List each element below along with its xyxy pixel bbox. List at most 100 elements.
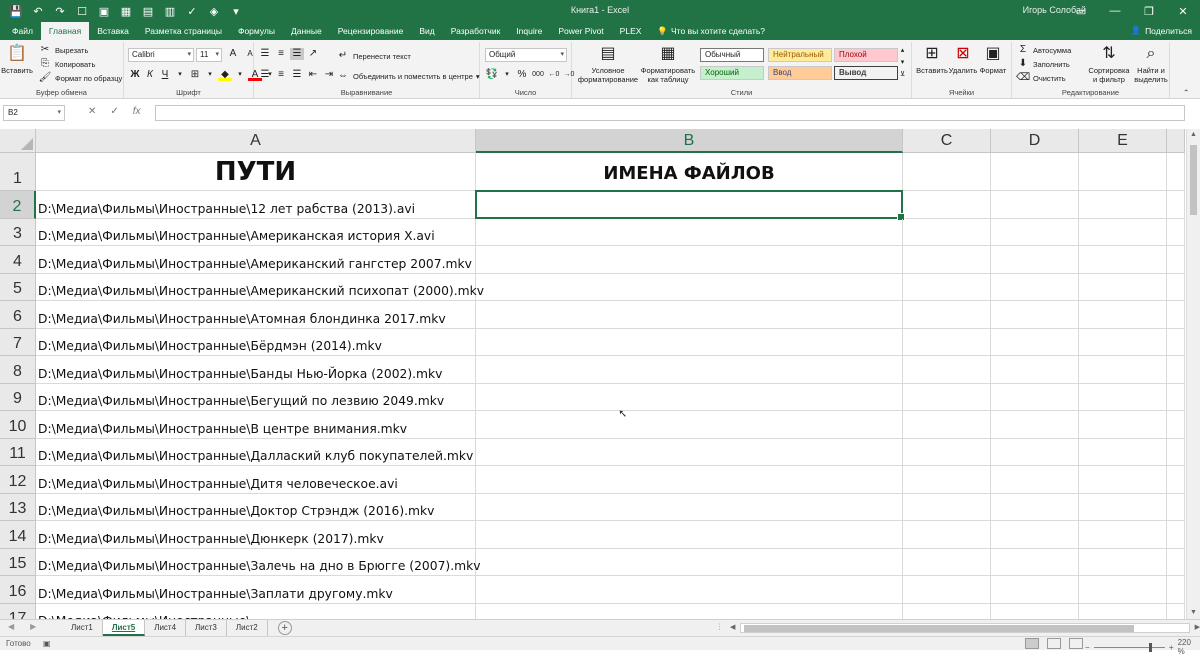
minimize-icon[interactable]: —: [1098, 0, 1132, 22]
macro-record-icon[interactable]: ▣: [43, 639, 51, 648]
column-header-e[interactable]: E: [1079, 129, 1167, 153]
cell-b12[interactable]: [476, 466, 903, 494]
cell-a7[interactable]: D:\Медиа\Фильмы\Иностранные\Бёрдмэн (201…: [36, 328, 476, 356]
row-header[interactable]: 11: [0, 438, 36, 466]
increase-indent-icon[interactable]: ⇥: [322, 69, 336, 81]
insert-function-icon[interactable]: fx: [133, 106, 141, 117]
styles-scroll-down-icon[interactable]: ▾: [901, 58, 905, 66]
tab-power-pivot[interactable]: Power Pivot: [550, 22, 611, 40]
cell-e13[interactable]: [1079, 493, 1167, 521]
ribbon-display-options-icon[interactable]: ▭: [1064, 0, 1098, 22]
cell-filler[interactable]: [1167, 438, 1185, 466]
decrease-indent-icon[interactable]: ⇤: [306, 69, 320, 81]
scroll-up-icon[interactable]: ▲: [1187, 129, 1200, 141]
row-header[interactable]: 17: [0, 603, 36, 619]
row-header[interactable]: 9: [0, 383, 36, 411]
normal-view-icon[interactable]: [1025, 638, 1039, 649]
cell-e5[interactable]: [1079, 273, 1167, 301]
cell-e14[interactable]: [1079, 521, 1167, 549]
cell-c4[interactable]: [903, 246, 991, 274]
number-format-select[interactable]: Общий: [485, 48, 567, 62]
cell-d1[interactable]: [991, 153, 1079, 191]
sheet-tab-1[interactable]: Лист1: [62, 620, 103, 636]
cell-d15[interactable]: [991, 548, 1079, 576]
cell-filler[interactable]: [1167, 301, 1185, 329]
percent-button[interactable]: %: [515, 69, 529, 81]
cell-a5[interactable]: D:\Медиа\Фильмы\Иностранные\Американский…: [36, 273, 484, 301]
cell-filler[interactable]: [1167, 521, 1185, 549]
cell-a17[interactable]: D:\Медиа\Фильмы\Иностранные\: [36, 603, 476, 619]
cell-a9[interactable]: D:\Медиа\Фильмы\Иностранные\Бегущий по л…: [36, 383, 476, 411]
style-input[interactable]: Ввод: [768, 66, 832, 80]
cell-a14[interactable]: D:\Медиа\Фильмы\Иностранные\Дюнкерк (201…: [36, 521, 476, 549]
row-header[interactable]: 15: [0, 548, 36, 576]
tab-data[interactable]: Данные: [283, 22, 330, 40]
row-header[interactable]: 6: [0, 301, 36, 329]
cell-b4[interactable]: [476, 246, 903, 274]
cell-b11[interactable]: [476, 438, 903, 466]
cell-c2[interactable]: [903, 191, 991, 219]
row-header[interactable]: 10: [0, 411, 36, 439]
cell-c8[interactable]: [903, 356, 991, 384]
cell-e3[interactable]: [1079, 218, 1167, 246]
format-cells-button[interactable]: ▣ Формат: [978, 42, 1008, 75]
cell-e9[interactable]: [1079, 383, 1167, 411]
paste-button[interactable]: 📋 Вставить: [1, 42, 33, 75]
align-middle-icon[interactable]: ≡: [274, 48, 288, 60]
cell-d16[interactable]: [991, 576, 1079, 604]
cell-e7[interactable]: [1079, 328, 1167, 356]
scroll-right-icon[interactable]: ▶: [1195, 623, 1200, 631]
zoom-level[interactable]: 220 %: [1178, 638, 1200, 656]
cell-e16[interactable]: [1079, 576, 1167, 604]
style-bad[interactable]: Плохой: [834, 48, 898, 62]
align-left-icon[interactable]: ☰: [258, 69, 272, 81]
sheet-tab-4[interactable]: Лист4: [145, 620, 187, 636]
cell-a11[interactable]: D:\Медиа\Фильмы\Иностранные\Даллаский кл…: [36, 438, 476, 466]
cell-e8[interactable]: [1079, 356, 1167, 384]
cell-e6[interactable]: [1079, 301, 1167, 329]
cell-e12[interactable]: [1079, 466, 1167, 494]
delete-cells-button[interactable]: ⊠ Удалить: [948, 42, 978, 75]
style-good[interactable]: Хороший: [700, 66, 764, 80]
cell-d3[interactable]: [991, 218, 1079, 246]
style-neutral[interactable]: Нейтральный: [768, 48, 832, 62]
horizontal-scrollbar[interactable]: ◀ ▶: [730, 623, 1200, 633]
cell-c10[interactable]: [903, 411, 991, 439]
align-center-icon[interactable]: ≡: [274, 69, 288, 81]
restore-icon[interactable]: ❐: [1132, 0, 1166, 22]
cell-b7[interactable]: [476, 328, 903, 356]
cell-filler[interactable]: [1167, 273, 1185, 301]
sheet-tab-2[interactable]: Лист2: [227, 620, 268, 636]
cut-button[interactable]: ✂ Вырезать: [38, 44, 89, 56]
cell-c13[interactable]: [903, 493, 991, 521]
row-header[interactable]: 5: [0, 273, 36, 301]
cell-filler[interactable]: [1167, 383, 1185, 411]
cell-d5[interactable]: [991, 273, 1079, 301]
underline-button[interactable]: Ч: [158, 69, 172, 81]
cell-c15[interactable]: [903, 548, 991, 576]
close-icon[interactable]: ✕: [1166, 0, 1200, 22]
cell-d6[interactable]: [991, 301, 1079, 329]
cell-e4[interactable]: [1079, 246, 1167, 274]
cell-a8[interactable]: D:\Медиа\Фильмы\Иностранные\Банды Нью-Йо…: [36, 356, 476, 384]
cell-c17[interactable]: [903, 603, 991, 619]
align-top-icon[interactable]: ☰: [258, 48, 272, 60]
fill-button[interactable]: ⬇ Заполнить: [1016, 58, 1070, 70]
increase-decimal-icon[interactable]: ←0: [547, 69, 561, 81]
cell-c7[interactable]: [903, 328, 991, 356]
column-header-a[interactable]: A: [36, 129, 476, 153]
row-header[interactable]: 13: [0, 493, 36, 521]
cell-filler[interactable]: [1167, 603, 1185, 619]
row-header[interactable]: 4: [0, 246, 36, 274]
share-button[interactable]: 👤 Поделиться: [1130, 25, 1192, 36]
spreadsheet-grid[interactable]: A B C D E 1 ПУТИ ИМЕНА ФАЙЛОВ 2 D:\Медиа\Фильмы\И…: [0, 129, 1185, 619]
font-name-select[interactable]: Calibri: [128, 48, 194, 62]
cell-c11[interactable]: [903, 438, 991, 466]
cell-b6[interactable]: [476, 301, 903, 329]
style-normal[interactable]: Обычный: [700, 48, 764, 62]
cell-a3[interactable]: D:\Медиа\Фильмы\Иностранные\Американская…: [36, 218, 476, 246]
borders-dropdown-icon[interactable]: ▾: [203, 69, 217, 81]
style-output[interactable]: Вывод: [834, 66, 898, 80]
sheet-tab-3[interactable]: Лист3: [186, 620, 227, 636]
sheet-tab-5[interactable]: Лист5: [102, 620, 146, 636]
